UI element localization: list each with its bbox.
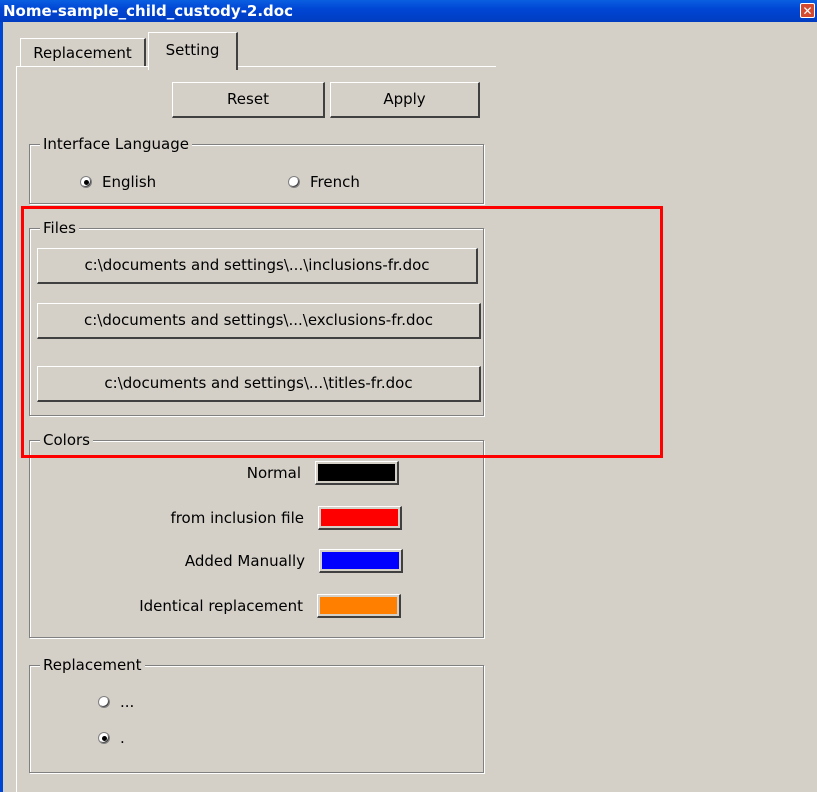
radio-period-label: . bbox=[120, 729, 125, 747]
close-icon[interactable]: ✕ bbox=[800, 3, 815, 18]
radio-english-label: English bbox=[102, 173, 157, 191]
replacement-group: Replacement ... . bbox=[29, 655, 484, 773]
titles-file-button[interactable]: c:\documents and settings\...\titles-fr.… bbox=[37, 366, 481, 402]
color-label-normal: Normal bbox=[246, 464, 301, 482]
inclusions-file-button[interactable]: c:\documents and settings\...\inclusions… bbox=[37, 248, 478, 284]
colors-group: Colors Normal from inclusion file Added … bbox=[29, 430, 484, 638]
color-swatch-manual[interactable] bbox=[319, 549, 403, 573]
radio-english[interactable]: English bbox=[80, 173, 156, 191]
colors-legend: Colors bbox=[40, 430, 93, 450]
radio-period-indicator[interactable] bbox=[98, 732, 110, 744]
window-border bbox=[0, 22, 3, 792]
tab-setting[interactable]: Setting bbox=[148, 32, 238, 70]
reset-button[interactable]: Reset bbox=[172, 82, 325, 118]
color-row-manual: Added Manually bbox=[30, 549, 403, 573]
radio-replacement-period[interactable]: . bbox=[98, 729, 125, 747]
radio-replacement-ellipsis[interactable]: ... bbox=[98, 693, 134, 711]
radio-french-indicator[interactable] bbox=[288, 176, 300, 188]
radio-french[interactable]: French bbox=[288, 173, 360, 191]
color-swatch-normal[interactable] bbox=[315, 461, 399, 485]
tab-replacement[interactable]: Replacement bbox=[20, 38, 146, 66]
radio-ellipsis-indicator[interactable] bbox=[98, 696, 110, 708]
radio-ellipsis-label: ... bbox=[120, 693, 135, 711]
window-title: Nome-sample_child_custody-2.doc bbox=[3, 2, 293, 20]
radio-english-indicator[interactable] bbox=[80, 176, 92, 188]
color-label-inclusion: from inclusion file bbox=[170, 509, 304, 527]
swatch-fill-manual bbox=[322, 552, 399, 569]
swatch-fill-normal bbox=[318, 464, 395, 481]
interface-language-group: Interface Language English French bbox=[29, 134, 484, 204]
apply-button[interactable]: Apply bbox=[330, 82, 480, 118]
color-label-manual: Added Manually bbox=[184, 552, 305, 570]
color-row-inclusion: from inclusion file bbox=[30, 506, 402, 530]
color-label-identical: Identical replacement bbox=[139, 597, 303, 615]
color-row-normal: Normal bbox=[30, 461, 399, 485]
replacement-legend: Replacement bbox=[40, 655, 145, 675]
swatch-fill-inclusion bbox=[321, 509, 398, 526]
exclusions-file-button[interactable]: c:\documents and settings\...\exclusions… bbox=[37, 303, 481, 339]
color-swatch-identical[interactable] bbox=[317, 594, 401, 618]
color-swatch-inclusion[interactable] bbox=[318, 506, 402, 530]
title-bar: Nome-sample_child_custody-2.doc ✕ bbox=[0, 0, 817, 22]
radio-french-label: French bbox=[310, 173, 360, 191]
swatch-fill-identical bbox=[320, 597, 397, 614]
interface-language-legend: Interface Language bbox=[40, 134, 192, 154]
color-row-identical: Identical replacement bbox=[30, 594, 401, 618]
files-legend: Files bbox=[40, 218, 79, 238]
